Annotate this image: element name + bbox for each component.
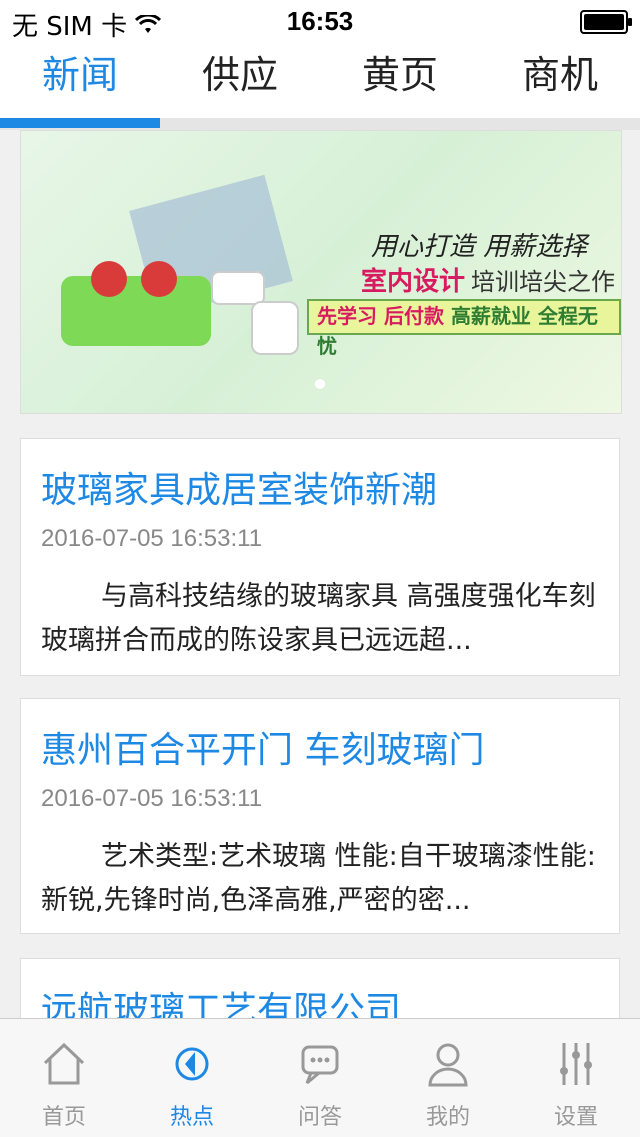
news-title[interactable]: 玻璃家具成居室装饰新潮 <box>41 461 437 513</box>
banner-highlight: 室内设计 <box>361 267 466 297</box>
nav-settings-label: 设置 <box>553 1105 598 1130</box>
nav-hot[interactable]: 热点 <box>128 1019 256 1137</box>
nav-home[interactable]: 首页 <box>0 1019 128 1137</box>
nav-settings[interactable]: 设置 <box>512 1019 640 1137</box>
sink-graphic <box>211 271 265 305</box>
tab-indicator-track <box>0 118 640 130</box>
carousel-dot[interactable] <box>315 379 325 389</box>
nav-hot-label: 热点 <box>169 1105 214 1130</box>
nav-qa[interactable]: 问答 <box>256 1019 384 1137</box>
bottom-nav: 首页 热点 问答 我的 设置 <box>0 1018 640 1137</box>
battery-icon <box>580 10 632 34</box>
category-tabs: 新闻 供应 黄页 商机 <box>0 40 640 118</box>
news-date: 2016-07-05 16:53:11 <box>41 525 263 552</box>
banner-ad[interactable]: 用心打造 用薪选择 室内设计 培训培尖之作 先学习 后付款 高薪就业 全程无忧 <box>20 130 622 414</box>
banner-slogan-2-rest: 培训培尖之作 <box>471 268 616 296</box>
nav-me[interactable]: 我的 <box>384 1019 512 1137</box>
cushion-graphic <box>141 261 177 297</box>
news-item[interactable]: 惠州百合平开门 车刻玻璃门 2016-07-05 16:53:11 艺术类型:艺… <box>20 698 620 934</box>
tab-supply[interactable]: 供应 <box>160 40 320 118</box>
banner-tag-a: 先学习 <box>317 304 377 328</box>
nav-me-label: 我的 <box>425 1105 470 1130</box>
news-title[interactable]: 惠州百合平开门 车刻玻璃门 <box>41 721 484 773</box>
tab-indicator <box>0 118 160 128</box>
news-summary: 艺术类型:艺术玻璃 性能:自干玻璃漆性能:新锐,先锋时尚,色泽高雅,严密的密..… <box>41 841 596 916</box>
sofa-graphic <box>61 276 211 346</box>
news-item[interactable]: 远航玻璃工艺有限公司 <box>20 958 620 1018</box>
home-icon <box>43 1042 85 1085</box>
news-feed[interactable]: 用心打造 用薪选择 室内设计 培训培尖之作 先学习 后付款 高薪就业 全程无忧 玻… <box>0 130 640 1018</box>
banner-tag-b: 后付款 <box>383 304 444 328</box>
status-bar: 无 SIM 卡 16:53 <box>0 0 640 42</box>
hot-icon <box>175 1047 209 1081</box>
news-summary: 与高科技结缘的玻璃家具 高强度强化车刻玻璃拼合而成的陈设家具已远远超... <box>41 581 596 656</box>
cushion-graphic <box>91 261 127 297</box>
nav-home-label: 首页 <box>41 1105 86 1130</box>
news-title[interactable]: 远航玻璃工艺有限公司 <box>41 981 401 1018</box>
news-item[interactable]: 玻璃家具成居室装饰新潮 2016-07-05 16:53:11 与高科技结缘的玻… <box>20 438 620 676</box>
tab-yellow-pages[interactable]: 黄页 <box>320 40 480 118</box>
clock: 16:53 <box>286 6 354 36</box>
tab-business[interactable]: 商机 <box>480 40 640 118</box>
tab-news[interactable]: 新闻 <box>0 40 160 118</box>
banner-slogan-3: 先学习 后付款 高薪就业 全程无忧 <box>307 299 621 358</box>
news-date: 2016-07-05 16:53:11 <box>41 785 263 812</box>
banner-slogan-2: 室内设计 培训培尖之作 <box>361 261 615 298</box>
user-icon <box>428 1043 468 1087</box>
chat-icon <box>301 1045 339 1085</box>
banner-slogan-1: 用心打造 用薪选择 <box>371 232 588 262</box>
toilet-graphic <box>251 301 299 355</box>
settings-icon <box>560 1043 592 1085</box>
nav-qa-label: 问答 <box>297 1105 342 1130</box>
